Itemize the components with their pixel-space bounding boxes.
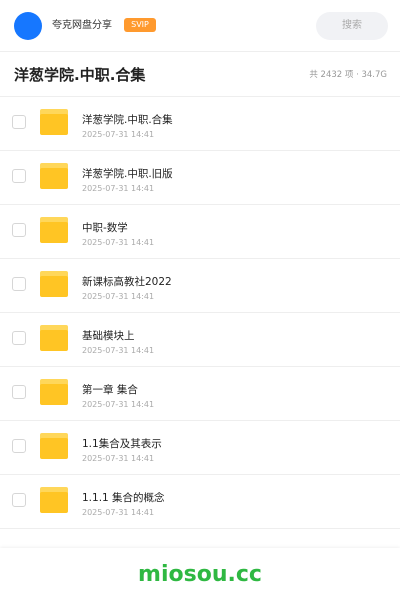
folder-icon [40,379,68,405]
svip-badge: SVIP [124,18,156,32]
folder-icon [40,217,68,243]
item-date: 2025-07-31 14:41 [82,454,155,463]
folder-icon [40,109,68,135]
checkbox-icon[interactable] [12,439,26,453]
item-name: 洋葱学院.中职.旧版 [82,168,173,180]
folder-icon [40,271,68,297]
checkbox-icon[interactable] [12,115,26,129]
checkbox-icon[interactable] [12,493,26,507]
item-name: 1.1.1 集合的概念 [82,492,165,504]
item-name: 新课标高教社2022 [82,276,172,288]
checkbox-icon[interactable] [12,277,26,291]
list-item[interactable]: 洋葱学院.中职.合集 2025-07-31 14:41 [0,97,400,151]
checkbox-icon[interactable] [12,223,26,237]
search-button[interactable]: 搜索 [316,12,388,40]
list-item[interactable]: 1.1集合及其表示 2025-07-31 14:41 [0,421,400,475]
item-date: 2025-07-31 14:41 [82,292,155,301]
watermark-bar: miosou.cc [0,548,400,600]
item-date: 2025-07-31 14:41 [82,400,155,409]
item-name: 1.1集合及其表示 [82,438,162,450]
checkbox-icon[interactable] [12,385,26,399]
watermark-text: miosou.cc [138,562,262,587]
list-item[interactable]: 基础模块上 2025-07-31 14:41 [0,313,400,367]
item-date: 2025-07-31 14:41 [82,346,155,355]
item-date: 2025-07-31 14:41 [82,238,155,247]
file-list: 洋葱学院.中职.合集 2025-07-31 14:41 洋葱学院.中职.旧版 2… [0,97,400,529]
avatar[interactable] [14,12,42,40]
list-item[interactable]: 新课标高教社2022 2025-07-31 14:41 [0,259,400,313]
item-date: 2025-07-31 14:41 [82,184,155,193]
item-name: 基础模块上 [82,330,135,342]
folder-icon [40,487,68,513]
item-name: 洋葱学院.中职.合集 [82,114,173,126]
list-item[interactable]: 中职-数学 2025-07-31 14:41 [0,205,400,259]
folder-icon [40,163,68,189]
item-date: 2025-07-31 14:41 [82,130,155,139]
checkbox-icon[interactable] [12,331,26,345]
share-name: 夸克网盘分享 [52,20,112,31]
folder-icon [40,433,68,459]
item-name: 第一章 集合 [82,384,138,396]
checkbox-icon[interactable] [12,169,26,183]
top-bar: 夸克网盘分享 SVIP 搜索 [0,0,400,52]
list-item[interactable]: 第一章 集合 2025-07-31 14:41 [0,367,400,421]
folder-header: 洋葱学院.中职.合集 共 2432 项 · 34.7G [0,52,400,97]
folder-icon [40,325,68,351]
list-item[interactable]: 洋葱学院.中职.旧版 2025-07-31 14:41 [0,151,400,205]
list-item[interactable]: 1.1.1 集合的概念 2025-07-31 14:41 [0,475,400,529]
item-name: 中职-数学 [82,222,128,234]
page-title: 洋葱学院.中职.合集 [14,66,146,84]
item-date: 2025-07-31 14:41 [82,508,155,517]
folder-summary: 共 2432 项 · 34.7G [309,70,387,80]
